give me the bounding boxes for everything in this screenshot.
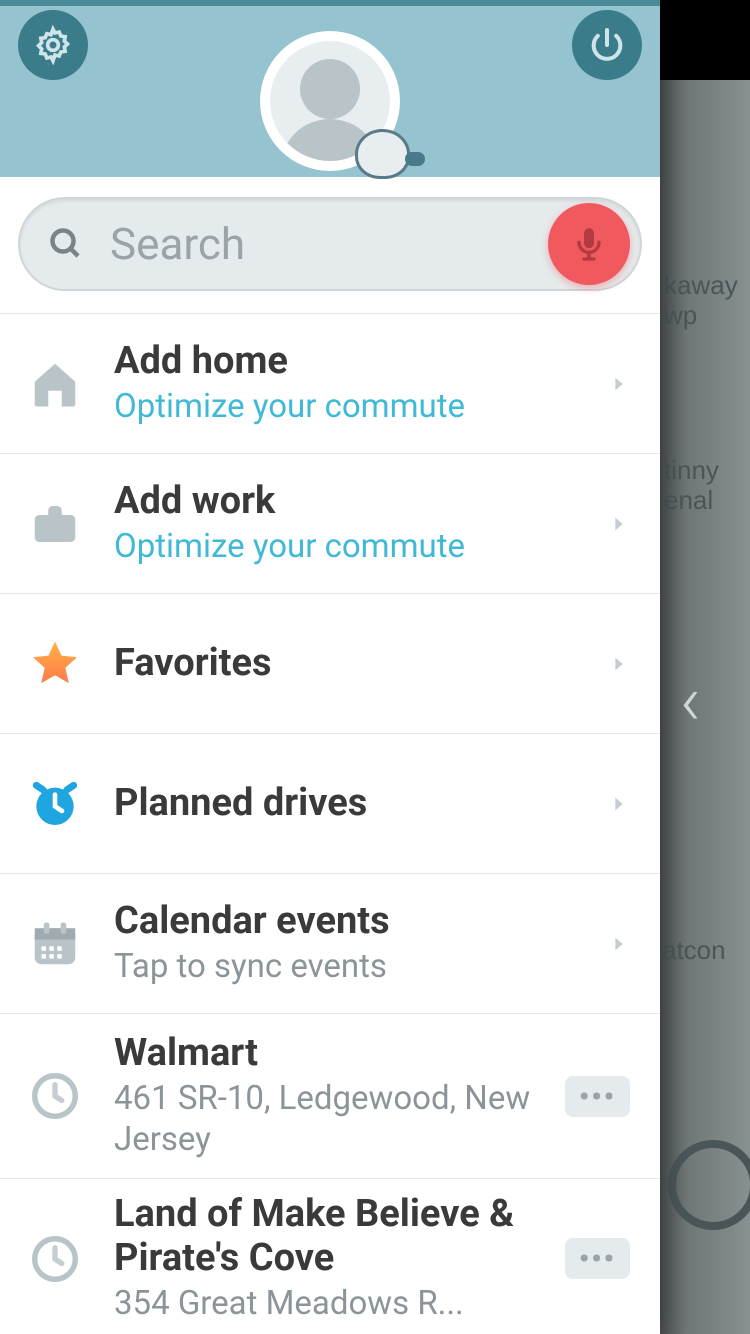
menu-list: Add home Optimize your commute Add work …	[0, 314, 660, 1334]
briefcase-icon	[28, 497, 82, 551]
map-label: enal	[664, 485, 713, 516]
voice-search-button[interactable]	[548, 203, 630, 285]
map-label: tinny	[664, 455, 719, 486]
map-label: wp	[664, 300, 697, 331]
map-peek: kaway wp tinny enal atcon ‹	[660, 0, 750, 1334]
map-label: kaway	[664, 270, 738, 301]
power-button[interactable]	[572, 10, 642, 80]
header	[0, 0, 660, 177]
recent-item[interactable]: Land of Make Believe & Pirate's Cove 354…	[0, 1179, 660, 1334]
item-subtitle: 354 Great Meadows R...	[114, 1283, 553, 1324]
more-options-button[interactable]: •••	[565, 1238, 630, 1279]
chevron-right-icon	[608, 653, 630, 675]
item-subtitle: Optimize your commute	[114, 526, 596, 567]
avatar[interactable]	[260, 31, 400, 171]
calendar-icon	[28, 917, 82, 971]
item-title: Add home	[114, 340, 596, 384]
add-work-item[interactable]: Add work Optimize your commute	[0, 454, 660, 594]
clock-icon	[28, 1069, 82, 1123]
map-recenter-icon[interactable]	[668, 1140, 750, 1230]
item-title: Land of Make Believe & Pirate's Cove	[114, 1193, 553, 1280]
item-subtitle: Optimize your commute	[114, 386, 596, 427]
home-icon	[28, 357, 82, 411]
settings-button[interactable]	[18, 10, 88, 80]
microphone-icon	[569, 224, 609, 264]
item-title: Favorites	[114, 642, 596, 686]
star-icon	[28, 637, 82, 691]
chevron-right-icon	[608, 513, 630, 535]
sidebar-panel: Search Add home Optimize your commute	[0, 0, 660, 1334]
calendar-events-item[interactable]: Calendar events Tap to sync events	[0, 874, 660, 1014]
favorites-item[interactable]: Favorites	[0, 594, 660, 734]
search-icon	[48, 226, 84, 262]
recent-item[interactable]: Walmart 461 SR-10, Ledgewood, New Jersey…	[0, 1014, 660, 1179]
search-row: Search	[0, 177, 660, 314]
item-subtitle: Tap to sync events	[114, 946, 596, 987]
chevron-right-icon	[608, 933, 630, 955]
map-label: atcon	[662, 935, 726, 966]
clock-icon	[28, 1232, 82, 1286]
more-options-button[interactable]: •••	[565, 1076, 630, 1117]
map-collapse-chevron-icon[interactable]: ‹	[680, 660, 701, 742]
search-input[interactable]: Search	[18, 197, 642, 291]
chevron-right-icon	[608, 793, 630, 815]
item-title: Add work	[114, 480, 596, 524]
power-icon	[587, 25, 627, 65]
item-title: Calendar events	[114, 900, 596, 944]
add-home-item[interactable]: Add home Optimize your commute	[0, 314, 660, 454]
search-placeholder: Search	[110, 218, 548, 270]
alarm-clock-icon	[27, 776, 83, 832]
item-title: Walmart	[114, 1032, 553, 1076]
planned-drives-item[interactable]: Planned drives	[0, 734, 660, 874]
item-title: Planned drives	[114, 782, 596, 826]
waze-mascot-icon	[355, 129, 410, 179]
chevron-right-icon	[608, 373, 630, 395]
gear-icon	[33, 25, 73, 65]
item-subtitle: 461 SR-10, Ledgewood, New Jersey	[114, 1078, 553, 1161]
